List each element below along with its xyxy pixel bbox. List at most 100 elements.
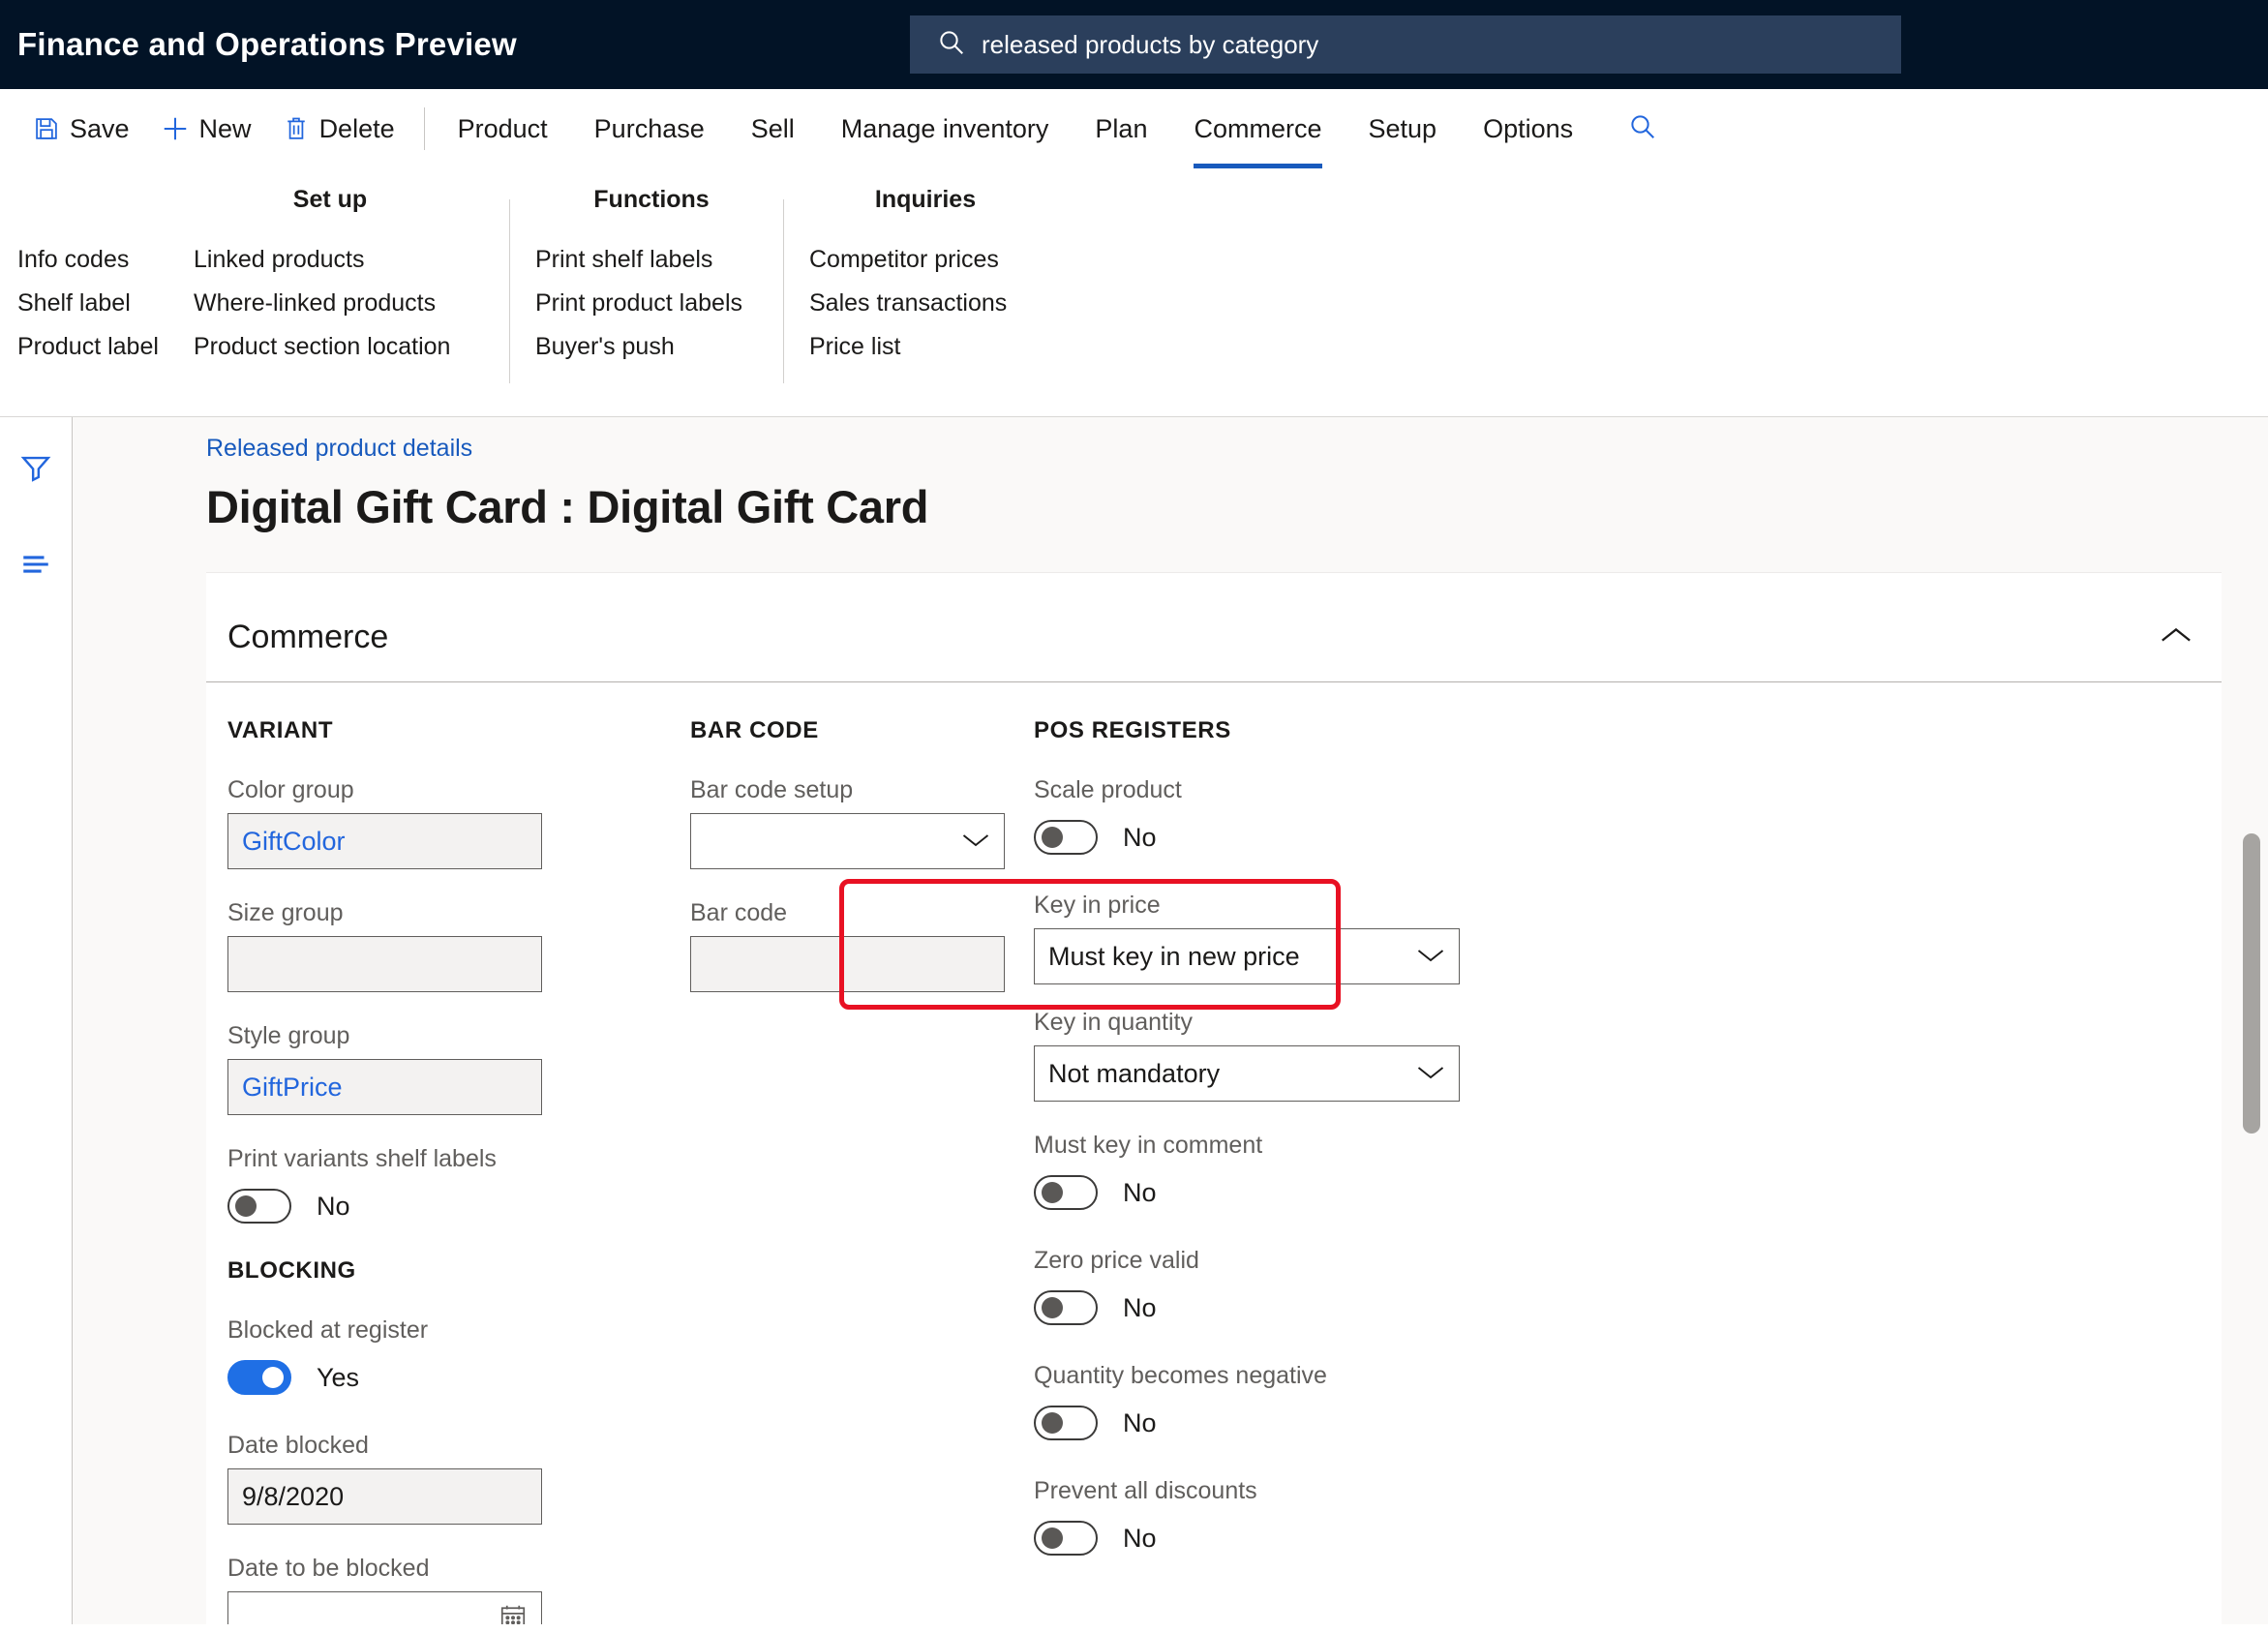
quantity-becomes-negative-field: Quantity becomes negative No xyxy=(1034,1359,1634,1447)
search-icon xyxy=(937,28,966,62)
global-search-value: released products by category xyxy=(982,29,1319,59)
blocking-section-header: BLOCKING xyxy=(227,1257,356,1284)
scale-product-value: No xyxy=(1123,822,1157,852)
commerce-fasttab-header[interactable]: Commerce xyxy=(206,593,2222,682)
style-group-input[interactable]: GiftPrice xyxy=(227,1059,542,1115)
chevron-down-icon[interactable] xyxy=(961,827,990,857)
delete-button[interactable]: Delete xyxy=(267,99,410,159)
scale-product-field: Scale product No xyxy=(1034,773,1634,862)
ribbon-group-header-functions: Functions xyxy=(593,186,710,213)
ribbon-item-buyers-push[interactable]: Buyer's push xyxy=(535,325,768,369)
bar-code-input[interactable] xyxy=(690,936,1005,992)
ribbon-item-price-list[interactable]: Price list xyxy=(809,325,1042,369)
list-view-button[interactable] xyxy=(11,541,61,591)
tab-purchase-label: Purchase xyxy=(593,113,705,143)
commerce-fasttab-title: Commerce xyxy=(227,619,389,655)
must-key-in-comment-toggle[interactable] xyxy=(1034,1175,1098,1210)
date-to-be-blocked-label: Date to be blocked xyxy=(227,1555,430,1582)
ribbon-item-info-codes[interactable]: Info codes xyxy=(17,238,194,282)
vertical-scrollbar-thumb[interactable] xyxy=(2243,833,2260,1134)
ribbon-item-where-linked-products[interactable]: Where-linked products xyxy=(194,282,445,325)
tab-options[interactable]: Options xyxy=(1464,99,1592,159)
ribbon-item-product-label[interactable]: Product label xyxy=(17,325,194,369)
pos-registers-section-header: POS REGISTERS xyxy=(1034,717,1231,743)
date-to-be-blocked-input[interactable] xyxy=(227,1591,542,1624)
print-variants-shelf-labels-toggle[interactable] xyxy=(227,1189,291,1224)
bar-code-setup-dropdown[interactable] xyxy=(690,813,1005,869)
ribbon-item-linked-products[interactable]: Linked products xyxy=(194,238,375,282)
print-variants-shelf-labels-field: Print variants shelf labels No xyxy=(227,1142,690,1230)
tab-setup[interactable]: Setup xyxy=(1349,99,1457,159)
save-button[interactable]: Save xyxy=(17,99,145,159)
action-pane-search-button[interactable] xyxy=(1616,102,1670,156)
blocked-at-register-label: Blocked at register xyxy=(227,1316,429,1344)
key-in-quantity-dropdown[interactable]: Not mandatory xyxy=(1034,1045,1460,1102)
style-group-label: Style group xyxy=(227,1022,350,1049)
ribbon-group-set-up: Set up Linked products Where-linked prod… xyxy=(194,186,494,369)
ribbon-divider xyxy=(783,199,784,383)
key-in-price-field: Key in price Must key in new price xyxy=(1034,889,1634,984)
print-variants-shelf-labels-row: No xyxy=(227,1182,690,1230)
global-search-box[interactable]: released products by category xyxy=(910,15,1901,74)
scale-product-toggle[interactable] xyxy=(1034,820,1098,855)
tab-sell-label: Sell xyxy=(750,113,795,143)
breadcrumb[interactable]: Released product details xyxy=(206,435,2268,463)
ribbon-group-inquiries: Inquiries Competitor prices Sales transa… xyxy=(809,186,1042,369)
prevent-all-discounts-field: Prevent all discounts No xyxy=(1034,1474,1634,1562)
ribbon-item-competitor-prices[interactable]: Competitor prices xyxy=(809,238,1042,282)
color-group-field: Color group GiftColor xyxy=(227,773,690,869)
tab-purchase[interactable]: Purchase xyxy=(575,99,724,159)
calendar-icon[interactable] xyxy=(499,1602,528,1624)
tab-plan[interactable]: Plan xyxy=(1075,99,1166,159)
tab-commerce[interactable]: Commerce xyxy=(1174,99,1341,168)
ribbon-item-product-section-location[interactable]: Product section location xyxy=(194,325,460,369)
trash-icon xyxy=(283,115,310,142)
top-navigation-bar: Finance and Operations Preview released … xyxy=(0,0,2268,89)
save-label: Save xyxy=(70,113,130,143)
filter-pane-button[interactable] xyxy=(11,444,61,495)
list-view-icon xyxy=(19,550,52,584)
blocked-at-register-value: Yes xyxy=(317,1362,360,1392)
blocked-at-register-toggle[interactable] xyxy=(227,1360,291,1395)
bar-code-setup-field: Bar code setup xyxy=(690,773,1034,869)
chevron-down-icon[interactable] xyxy=(1416,942,1445,972)
ribbon-group-functions: Functions Print shelf labels Print produ… xyxy=(535,186,768,369)
new-button[interactable]: New xyxy=(145,99,267,159)
ribbon-item-sales-transactions[interactable]: Sales transactions xyxy=(809,282,1042,325)
size-group-input[interactable] xyxy=(227,936,542,992)
blocked-at-register-row: Yes xyxy=(227,1353,690,1402)
scale-product-label: Scale product xyxy=(1034,776,1182,803)
search-icon xyxy=(1628,112,1657,146)
ribbon-item-print-shelf-labels[interactable]: Print shelf labels xyxy=(535,238,768,282)
card-top-strip xyxy=(206,572,2222,593)
tab-product[interactable]: Product xyxy=(438,99,567,159)
key-in-price-dropdown[interactable]: Must key in new price xyxy=(1034,928,1460,984)
print-variants-shelf-labels-value: No xyxy=(317,1191,350,1221)
tab-manage-inventory[interactable]: Manage inventory xyxy=(822,99,1069,159)
color-group-input[interactable]: GiftColor xyxy=(227,813,542,869)
tab-plan-label: Plan xyxy=(1095,113,1148,143)
chevron-up-icon[interactable] xyxy=(2160,624,2192,650)
quantity-becomes-negative-toggle[interactable] xyxy=(1034,1406,1098,1440)
key-in-quantity-value: Not mandatory xyxy=(1048,1058,1221,1088)
zero-price-valid-field: Zero price valid No xyxy=(1034,1244,1634,1332)
ribbon-item-shelf-label[interactable]: Shelf label xyxy=(17,282,194,325)
save-icon xyxy=(33,115,60,142)
prevent-all-discounts-toggle[interactable] xyxy=(1034,1521,1098,1556)
date-blocked-input[interactable]: 9/8/2020 xyxy=(227,1468,542,1525)
ribbon-item-print-product-labels[interactable]: Print product labels xyxy=(535,282,768,325)
zero-price-valid-toggle[interactable] xyxy=(1034,1290,1098,1325)
prevent-all-discounts-value: No xyxy=(1123,1523,1157,1553)
prevent-all-discounts-row: No xyxy=(1034,1514,1634,1562)
ribbon-group-ungrouped: Info codes Shelf label Product label xyxy=(17,186,194,369)
chevron-down-icon[interactable] xyxy=(1416,1059,1445,1089)
tab-options-label: Options xyxy=(1483,113,1574,143)
plus-icon xyxy=(161,114,190,143)
size-group-field: Size group xyxy=(227,896,690,992)
tab-sell[interactable]: Sell xyxy=(732,99,814,159)
variant-column: VARIANT Color group GiftColor Size group… xyxy=(206,717,690,1624)
style-group-field: Style group GiftPrice xyxy=(227,1019,690,1115)
ribbon-group-header-set-up: Set up xyxy=(292,186,368,213)
variant-section-header: VARIANT xyxy=(227,717,334,743)
blocked-at-register-field: Blocked at register Yes xyxy=(227,1314,690,1402)
